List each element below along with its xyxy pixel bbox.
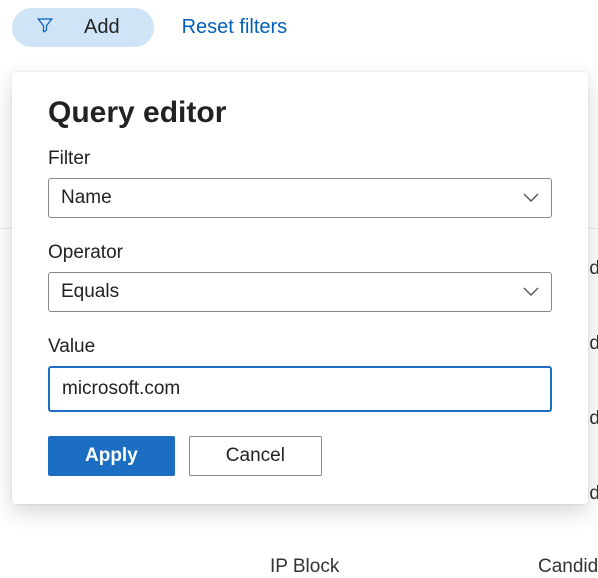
operator-select[interactable]: Equals <box>48 272 552 312</box>
bg-text-d: d <box>589 483 598 505</box>
apply-button[interactable]: Apply <box>48 436 175 476</box>
value-input[interactable] <box>48 366 552 412</box>
chevron-down-icon <box>523 187 539 209</box>
bg-text-d: d <box>589 333 598 355</box>
query-editor-popover: Query editor Filter Name Operator Equals… <box>12 72 588 504</box>
value-label: Value <box>48 336 552 358</box>
filter-select[interactable]: Name <box>48 178 552 218</box>
filter-label: Filter <box>48 148 552 170</box>
add-filter-label: Add <box>84 16 120 39</box>
popover-title: Query editor <box>48 96 552 130</box>
chevron-down-icon <box>523 281 539 303</box>
operator-label: Operator <box>48 242 552 264</box>
filter-icon <box>36 16 54 39</box>
bg-text-ipblock: IP Block <box>270 556 339 578</box>
add-filter-button[interactable]: Add <box>12 8 154 47</box>
filter-toolbar: Add Reset filters <box>0 0 598 55</box>
bg-text-candid: Candid <box>538 556 598 578</box>
reset-filters-link[interactable]: Reset filters <box>182 16 288 39</box>
filter-select-value: Name <box>61 187 112 209</box>
button-row: Apply Cancel <box>48 436 552 476</box>
cancel-button[interactable]: Cancel <box>189 436 322 476</box>
bg-text-d: d <box>589 258 598 280</box>
operator-select-value: Equals <box>61 281 119 303</box>
bg-text-d: d <box>589 408 598 430</box>
